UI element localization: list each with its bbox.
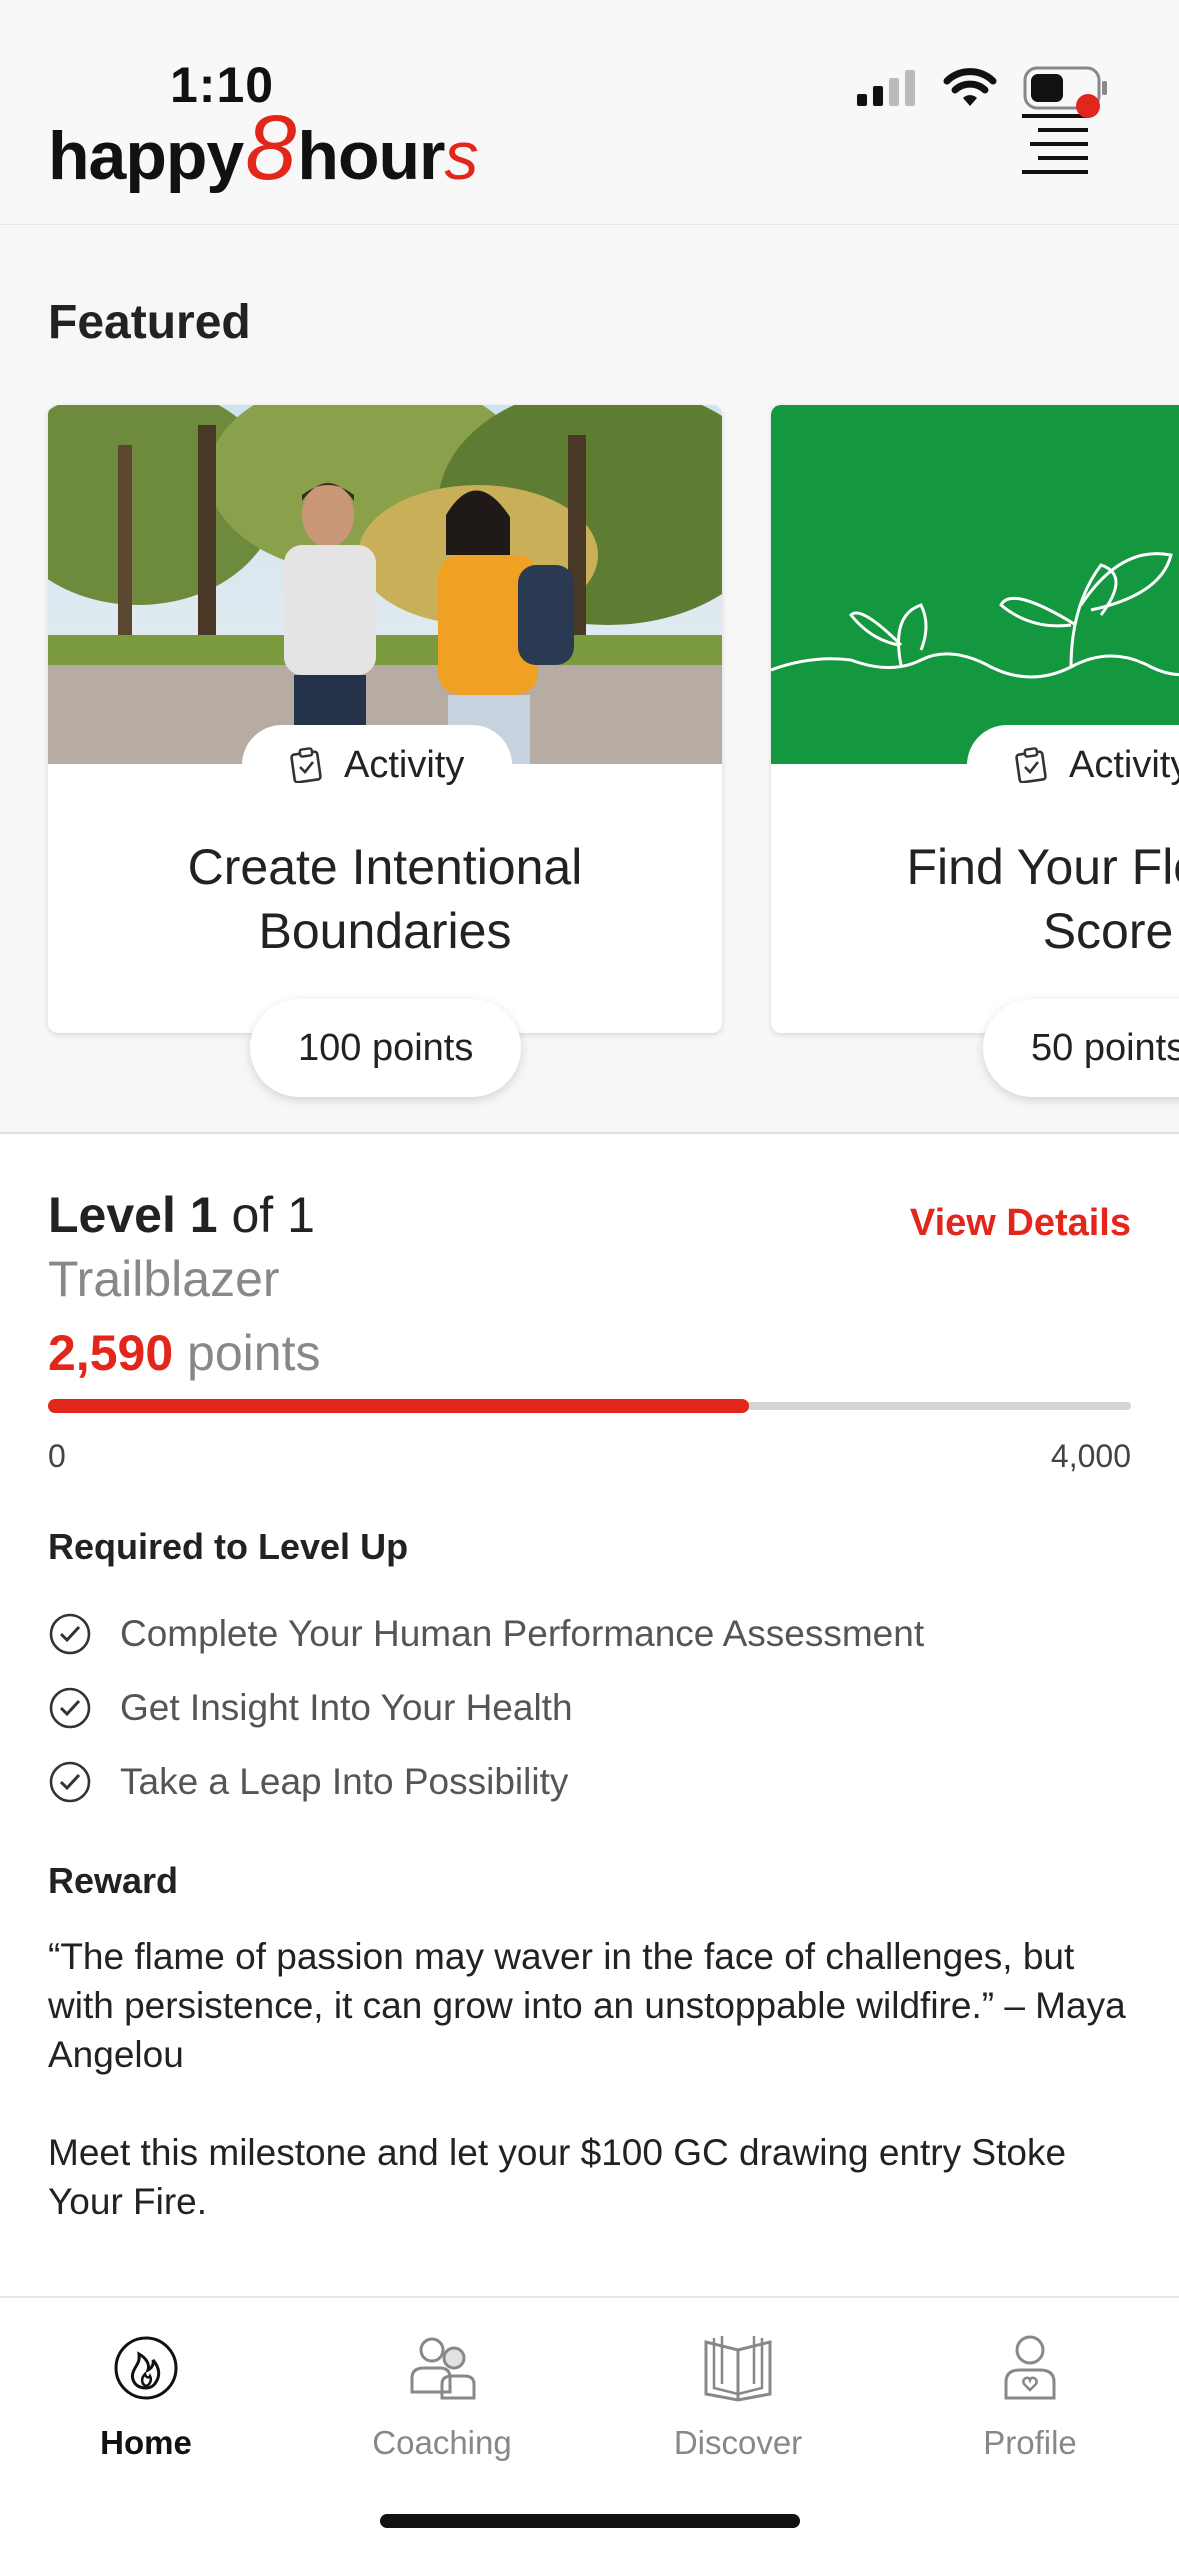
level-of: of 1 bbox=[231, 1187, 315, 1243]
level-progress-fill bbox=[48, 1399, 750, 1413]
level-progress-bar bbox=[48, 1399, 1131, 1413]
app-header: 1:10 happy8hours bbox=[0, 0, 1179, 225]
card-type-badge: Activity bbox=[242, 725, 513, 805]
happy-hours-logo[interactable]: happy8hours bbox=[48, 96, 479, 201]
reward-title: Reward bbox=[48, 1860, 179, 1901]
people-icon bbox=[410, 2337, 476, 2400]
menu-button[interactable] bbox=[1022, 94, 1100, 176]
card-title: Create Intentional Boundaries bbox=[48, 835, 722, 963]
wifi-icon bbox=[943, 68, 997, 106]
requirement-label: Get Insight Into Your Health bbox=[120, 1687, 573, 1728]
notification-dot bbox=[1076, 94, 1100, 118]
clipboard-check-icon bbox=[1015, 747, 1047, 783]
tab-home[interactable]: Home bbox=[26, 2328, 266, 2462]
featured-card[interactable]: Activity Create Intentional Boundaries 1… bbox=[48, 405, 722, 1097]
requirement-label: Complete Your Human Performance Assessme… bbox=[120, 1613, 925, 1654]
card-title-line: Create Intentional bbox=[187, 839, 583, 895]
requirement-item: Take a Leap Into Possibility bbox=[48, 1760, 568, 1804]
check-circle-icon bbox=[49, 1761, 91, 1803]
points-pill: 50 points bbox=[983, 999, 1179, 1097]
signal-icon bbox=[857, 70, 915, 106]
featured-card[interactable]: Activity Find Your Flourish Score 50 poi… bbox=[771, 405, 1179, 1097]
featured-section: Featured Activity Create Intentional Bou… bbox=[0, 225, 1179, 1134]
progress-range-max: 4,000 bbox=[1050, 1438, 1131, 1474]
points-value: 2,590 bbox=[48, 1325, 174, 1381]
logo-text-happy: happy bbox=[48, 118, 244, 194]
level-word: Level bbox=[48, 1187, 176, 1243]
check-circle-icon bbox=[49, 1687, 91, 1729]
card-title: Find Your Flourish Score bbox=[771, 835, 1179, 963]
reward-description: Meet this milestone and let your $100 GC… bbox=[48, 2132, 1067, 2222]
clipboard-check-icon bbox=[290, 747, 322, 783]
card-type-badge: Activity bbox=[967, 725, 1179, 805]
check-circle-icon bbox=[49, 1613, 91, 1655]
reward-body: “The flame of passion may waver in the f… bbox=[48, 1932, 1138, 2275]
requirement-item: Get Insight Into Your Health bbox=[48, 1686, 573, 1730]
tab-profile[interactable]: Profile bbox=[910, 2328, 1150, 2462]
level-rank: Trailblazer bbox=[48, 1251, 280, 1307]
level-number: 1 bbox=[189, 1187, 218, 1243]
status-icons bbox=[857, 66, 1109, 110]
requirement-item: Complete Your Human Performance Assessme… bbox=[48, 1612, 924, 1656]
points-pill: 100 points bbox=[250, 999, 522, 1097]
tab-label: Coaching bbox=[372, 2424, 512, 2461]
card-photo bbox=[48, 405, 722, 764]
requirement-label: Take a Leap Into Possibility bbox=[120, 1761, 569, 1802]
logo-text-s: s bbox=[444, 118, 479, 194]
book-icon bbox=[704, 2336, 772, 2402]
level-section: Level 1 of 1 View Details Trailblazer 2,… bbox=[48, 1186, 1131, 1474]
points-summary: 2,590 points bbox=[48, 1324, 320, 1382]
person-icon bbox=[1004, 2335, 1056, 2400]
view-details-link[interactable]: View Details bbox=[910, 1202, 1131, 1245]
points-word: points bbox=[187, 1325, 321, 1381]
card-title-line: Find Your Flourish bbox=[906, 839, 1179, 895]
menu-icon bbox=[1022, 114, 1088, 174]
logo-text-hour: hour bbox=[297, 118, 445, 194]
tab-discover[interactable]: Discover bbox=[618, 2328, 858, 2462]
home-indicator bbox=[380, 2514, 800, 2528]
progress-range-min: 0 bbox=[48, 1438, 66, 1474]
logo-eight: 8 bbox=[245, 97, 296, 199]
tab-label: Home bbox=[100, 2424, 192, 2461]
card-title-line: Score bbox=[1042, 903, 1174, 959]
tab-label: Profile bbox=[983, 2424, 1077, 2461]
card-type-label: Activity bbox=[344, 743, 465, 786]
reward-quote: “The flame of passion may waver in the f… bbox=[48, 1936, 1126, 2075]
tab-coaching[interactable]: Coaching bbox=[322, 2328, 562, 2462]
card-image-green bbox=[771, 405, 1179, 764]
card-title-line: Boundaries bbox=[258, 903, 512, 959]
flame-icon bbox=[114, 2336, 178, 2400]
tab-label: Discover bbox=[673, 2424, 803, 2461]
featured-title: Featured bbox=[48, 296, 251, 349]
card-type-label: Activity bbox=[1069, 743, 1179, 786]
requirements-title: Required to Level Up bbox=[48, 1526, 409, 1567]
